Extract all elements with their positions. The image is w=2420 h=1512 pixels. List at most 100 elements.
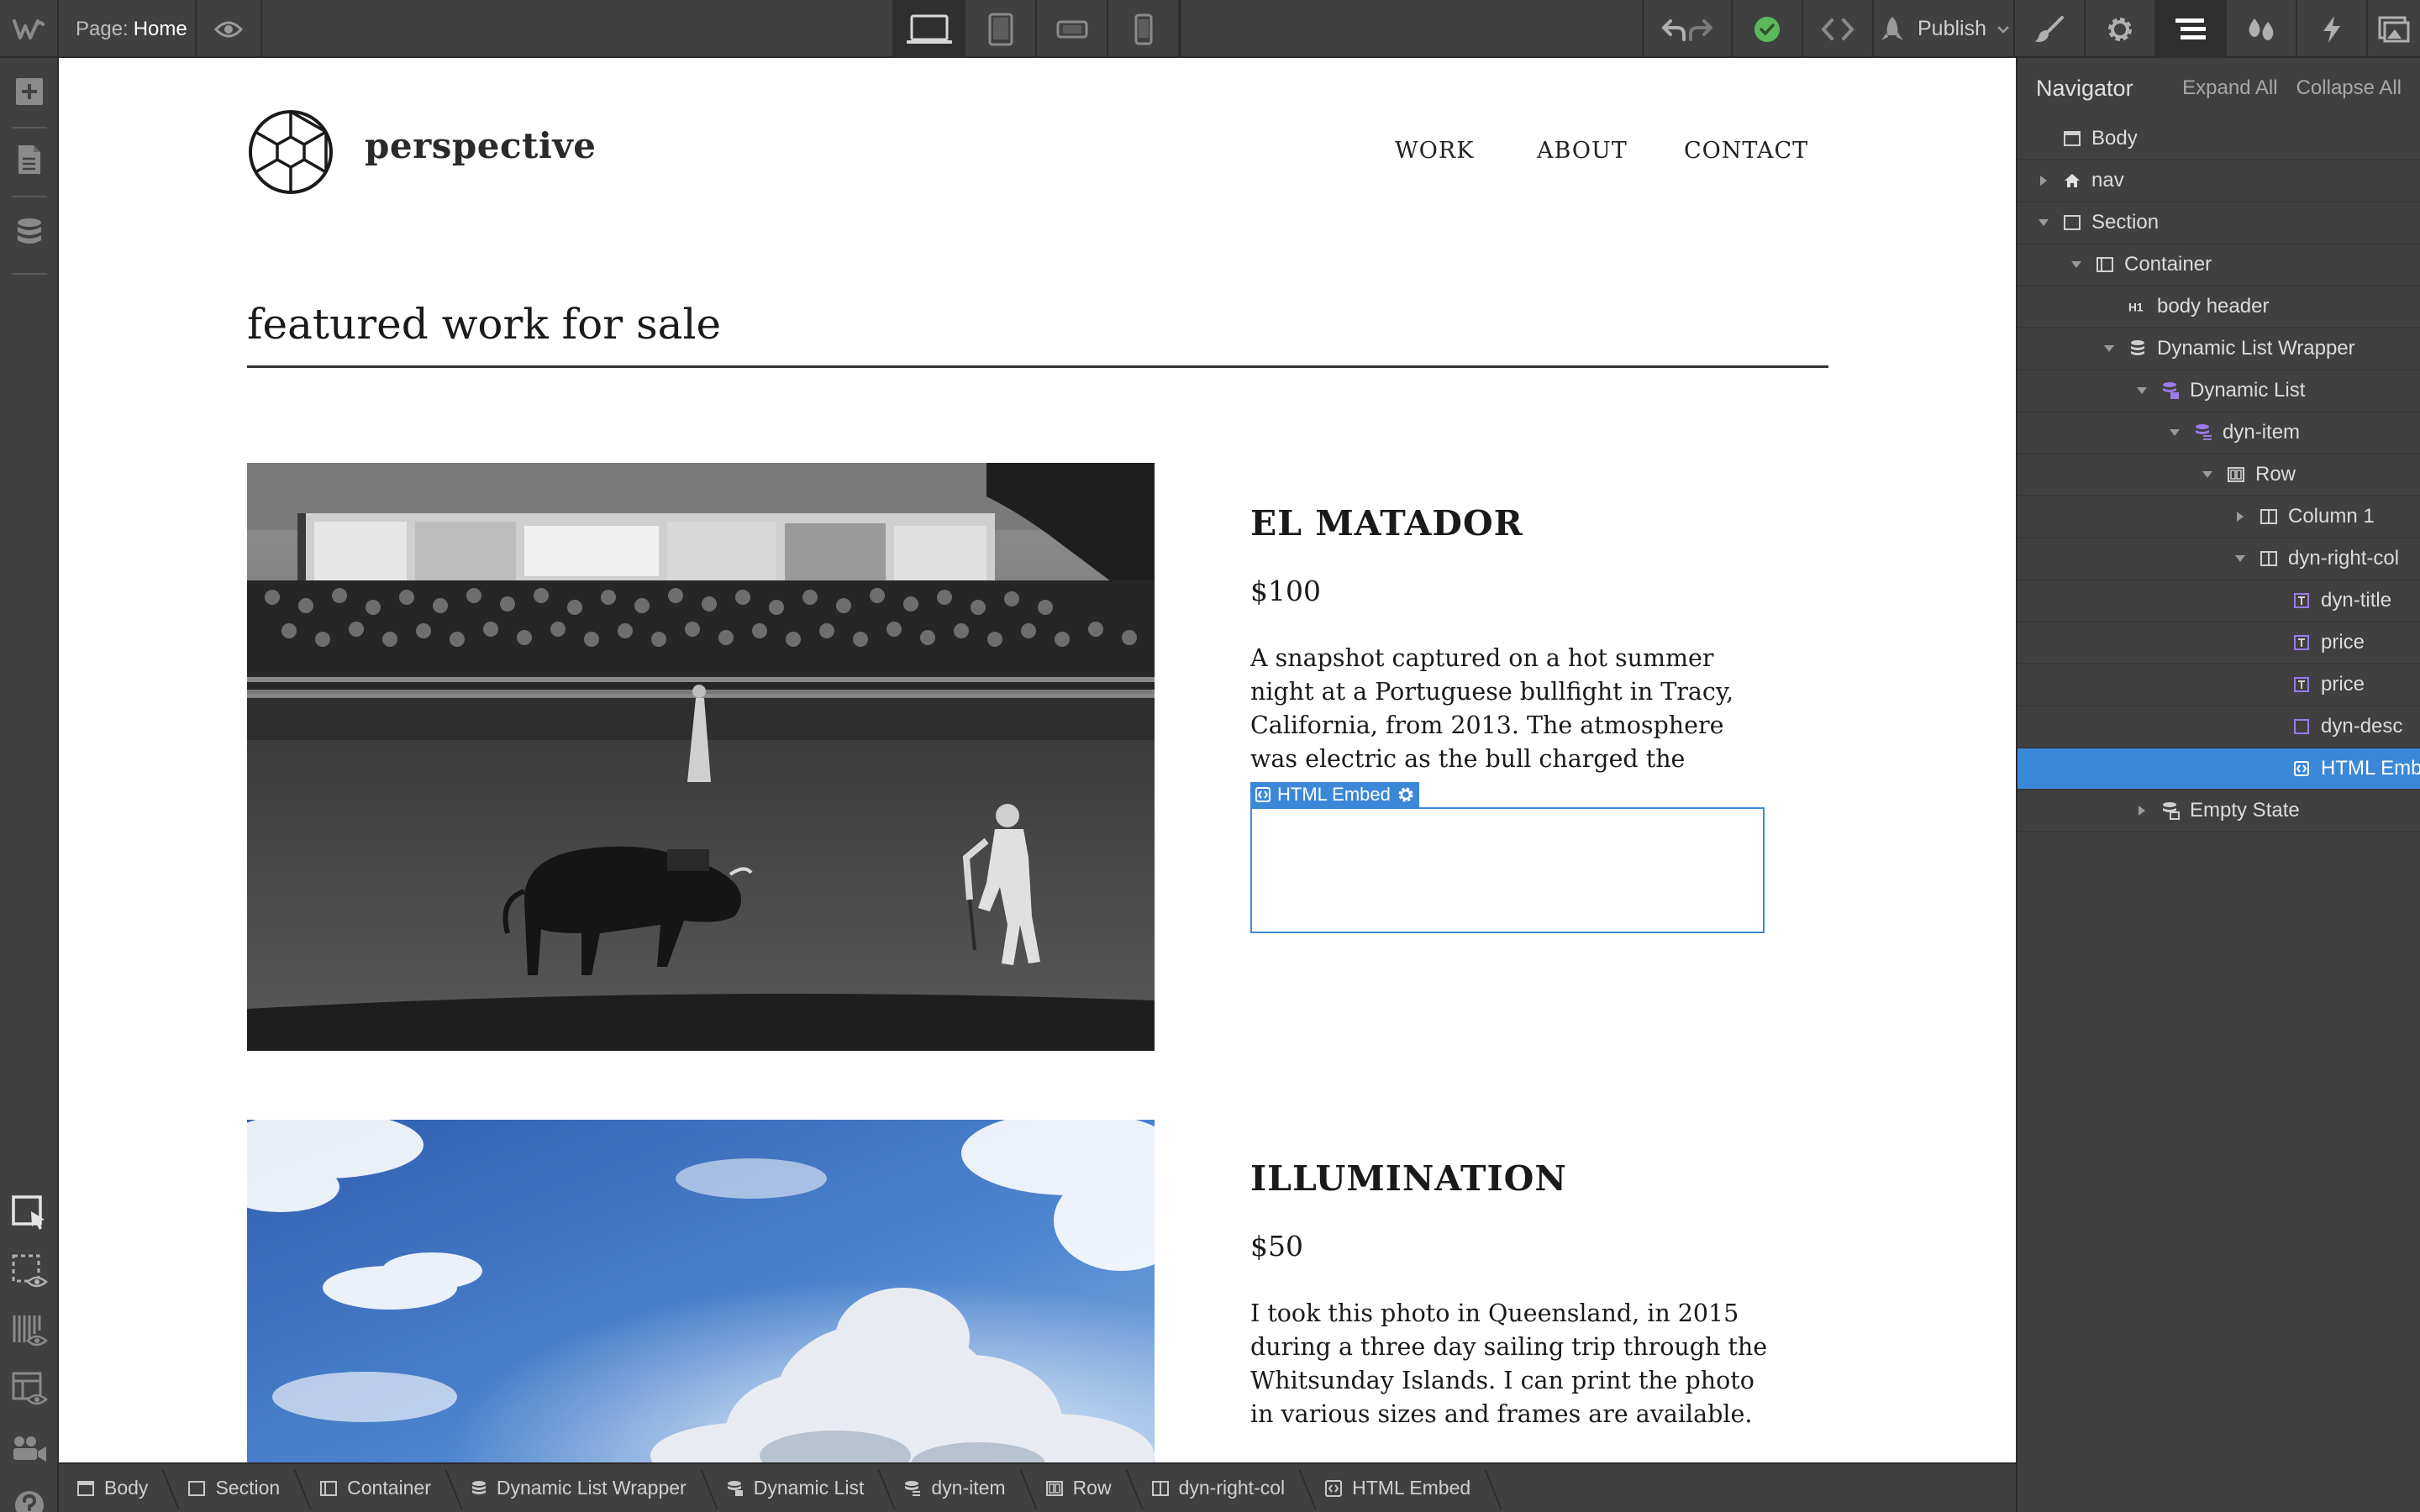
breadcrumb-item[interactable]: HTML Embed: [1307, 1464, 1492, 1512]
navigator-item-dynamic-list-wrapper[interactable]: Dynamic List Wrapper: [2018, 328, 2420, 370]
navigator-item-price[interactable]: price: [2018, 622, 2420, 664]
nav-link-contact[interactable]: CONTACT: [1684, 138, 1808, 164]
breadcrumb-item[interactable]: Body: [59, 1464, 170, 1512]
caret-down-icon[interactable]: [2234, 553, 2246, 564]
gear-icon: [2108, 17, 2132, 41]
publish-button[interactable]: Publish: [1872, 0, 2013, 58]
expand-all-button[interactable]: Expand All: [2182, 76, 2277, 100]
navigator-item-label: dyn-desc: [2321, 715, 2403, 738]
breadcrumb-label: Dynamic List Wrapper: [496, 1477, 687, 1499]
page-selector[interactable]: Page: Home: [59, 0, 197, 58]
navigator-item-nav[interactable]: nav: [2018, 160, 2420, 202]
aperture-logo-icon[interactable]: [247, 108, 334, 196]
dyn-title[interactable]: ILLUMINATION: [1250, 1158, 1567, 1199]
caret-down-icon[interactable]: [2038, 217, 2049, 228]
preview-layout-button[interactable]: [0, 1360, 59, 1419]
left-toolbar: [0, 58, 59, 1512]
assets-panel-tab[interactable]: [2366, 0, 2420, 58]
desktop-view-button[interactable]: [894, 0, 965, 58]
tutorials-button[interactable]: [0, 1419, 59, 1478]
navigator-item-dyn-title[interactable]: dyn-title: [2018, 580, 2420, 622]
toolbar-divider: [12, 127, 47, 129]
breadcrumb-item[interactable]: Dynamic List Wrapper: [453, 1464, 708, 1512]
swatches-panel-tab[interactable]: [2225, 0, 2296, 58]
nav-link-about[interactable]: ABOUT: [1537, 138, 1628, 164]
help-button[interactable]: [0, 1476, 59, 1512]
add-panel-button[interactable]: [0, 62, 59, 121]
navigator-item-body-header[interactable]: H1 body header: [2018, 286, 2420, 328]
navigator-item-label: price: [2321, 631, 2365, 654]
breadcrumb-item[interactable]: Section: [170, 1464, 302, 1512]
item-photo-el-matador[interactable]: [247, 463, 1155, 1051]
navigator-item-price[interactable]: price: [2018, 664, 2420, 706]
navigator-item-row[interactable]: Row: [2018, 454, 2420, 496]
breadcrumb-item[interactable]: Container: [302, 1464, 453, 1512]
html-embed-tag[interactable]: HTML Embed: [1250, 782, 1419, 807]
redo-icon[interactable]: [1687, 18, 1716, 41]
select-tool-button[interactable]: [0, 1184, 59, 1242]
navigator-item-html-embed[interactable]: HTML Embed: [2018, 748, 2420, 790]
x-ray-mode-button[interactable]: [0, 1301, 59, 1360]
breadcrumb-label: Row: [1072, 1477, 1112, 1499]
gear-icon[interactable]: [1397, 786, 1414, 803]
navigator-item-empty-state[interactable]: Empty State: [2018, 790, 2420, 832]
style-panel-tab[interactable]: [2013, 0, 2084, 58]
toolbar-divider: [12, 196, 47, 197]
settings-panel-tab[interactable]: [2084, 0, 2154, 58]
breadcrumb-item[interactable]: Dynamic List: [708, 1464, 886, 1512]
save-status[interactable]: [1731, 0, 1802, 58]
div-icon: [2292, 717, 2311, 736]
navigator-item-label: Body: [2091, 127, 2138, 150]
caret-right-icon[interactable]: [2038, 175, 2049, 186]
caret-down-icon[interactable]: [2202, 469, 2213, 480]
html-embed-element[interactable]: [1250, 807, 1765, 933]
nav-link-work[interactable]: WORK: [1395, 138, 1474, 164]
section-icon: [2063, 213, 2081, 232]
breadcrumb-item[interactable]: dyn-item: [886, 1464, 1027, 1512]
breadcrumb-item[interactable]: dyn-right-col: [1134, 1464, 1307, 1512]
navigator-panel-tab[interactable]: [2154, 0, 2225, 58]
navigator-item-dynamic-list[interactable]: Dynamic List: [2018, 370, 2420, 412]
svg-text:H1: H1: [2128, 302, 2144, 314]
code-export-button[interactable]: [1802, 0, 1872, 58]
navigator-item-dyn-right-col[interactable]: dyn-right-col: [2018, 538, 2420, 580]
caret-down-icon[interactable]: [2103, 343, 2115, 354]
site-brand[interactable]: perspective: [365, 125, 597, 166]
caret-down-icon[interactable]: [2169, 427, 2181, 438]
navigator-item-container[interactable]: Container: [2018, 244, 2420, 286]
navigator-item-dyn-desc[interactable]: dyn-desc: [2018, 706, 2420, 748]
navigator-item-body[interactable]: Body: [2018, 118, 2420, 160]
navigator-item-column-1[interactable]: Column 1: [2018, 496, 2420, 538]
text-icon: [2292, 675, 2311, 694]
undo-icon[interactable]: [1659, 18, 1687, 41]
webflow-logo-icon[interactable]: [0, 0, 59, 58]
dyn-title[interactable]: EL MATADOR: [1250, 503, 1523, 543]
tablet-view-button[interactable]: [965, 0, 1037, 58]
navigator-item-dyn-item[interactable]: dyn-item: [2018, 412, 2420, 454]
caret-right-icon[interactable]: [2234, 511, 2246, 522]
price[interactable]: $50: [1250, 1230, 1303, 1263]
navigator-item-section[interactable]: Section: [2018, 202, 2420, 244]
interactions-panel-tab[interactable]: [2296, 0, 2366, 58]
code-brackets-icon: [1821, 18, 1854, 40]
database-icon: [471, 1480, 486, 1494]
mobile-portrait-view-button[interactable]: [1108, 0, 1180, 58]
price[interactable]: $100: [1250, 575, 1321, 607]
show-edges-button[interactable]: [0, 1242, 59, 1301]
navigator-item-label: HTML Embed: [2321, 757, 2420, 780]
caret-right-icon[interactable]: [2136, 805, 2148, 816]
dyn-desc[interactable]: I took this photo in Queensland, in 2015…: [1250, 1297, 1771, 1431]
caret-down-icon[interactable]: [2136, 385, 2148, 396]
collapse-all-button[interactable]: Collapse All: [2296, 76, 2402, 100]
caret-down-icon[interactable]: [2070, 259, 2082, 270]
preview-button[interactable]: [197, 0, 262, 58]
design-canvas[interactable]: perspective WORK ABOUT CONTACT featured …: [59, 58, 2016, 1462]
mobile-landscape-view-button[interactable]: [1037, 0, 1108, 58]
pages-panel-button[interactable]: [0, 130, 59, 189]
body-header[interactable]: featured work for sale: [247, 300, 721, 349]
xray-icon: [13, 1315, 48, 1347]
cms-panel-button[interactable]: [0, 204, 59, 263]
breadcrumb-item[interactable]: Row: [1028, 1464, 1134, 1512]
navigator-item-label: price: [2321, 673, 2365, 696]
item-photo-illumination[interactable]: [247, 1120, 1155, 1462]
